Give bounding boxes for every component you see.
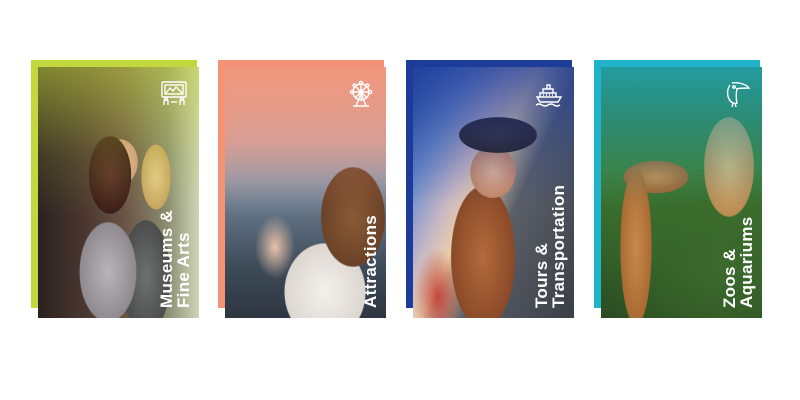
card-image-panel[interactable]: Attractions xyxy=(225,67,386,318)
card-title-line-2: Fine Arts xyxy=(174,232,193,308)
card-image-panel[interactable]: Museums & Fine Arts xyxy=(38,67,199,318)
card-image-panel[interactable]: Tours & Transportation xyxy=(413,67,574,318)
card-title-line-1: Zoos & xyxy=(720,248,739,308)
category-card-zoos[interactable]: Zoos & Aquariums xyxy=(594,60,762,318)
card-title-line-2: Aquariums xyxy=(737,216,756,309)
card-title-line-2: Transportation xyxy=(549,184,568,308)
card-title: Zoos & Aquariums xyxy=(720,78,756,309)
category-card-attractions[interactable]: Attractions xyxy=(218,60,386,318)
card-title-line-1: Tours & xyxy=(532,242,551,308)
category-card-museums[interactable]: Museums & Fine Arts xyxy=(31,60,199,318)
card-image-panel[interactable]: Zoos & Aquariums xyxy=(601,67,762,318)
card-title-line-1: Museums & xyxy=(157,209,176,308)
card-title: Museums & Fine Arts xyxy=(157,78,193,308)
category-card-tours[interactable]: Tours & Transportation xyxy=(406,60,574,318)
card-title: Attractions xyxy=(345,78,380,308)
card-title-line-1: Attractions xyxy=(361,214,380,308)
card-title: Tours & Transportation xyxy=(532,78,568,308)
